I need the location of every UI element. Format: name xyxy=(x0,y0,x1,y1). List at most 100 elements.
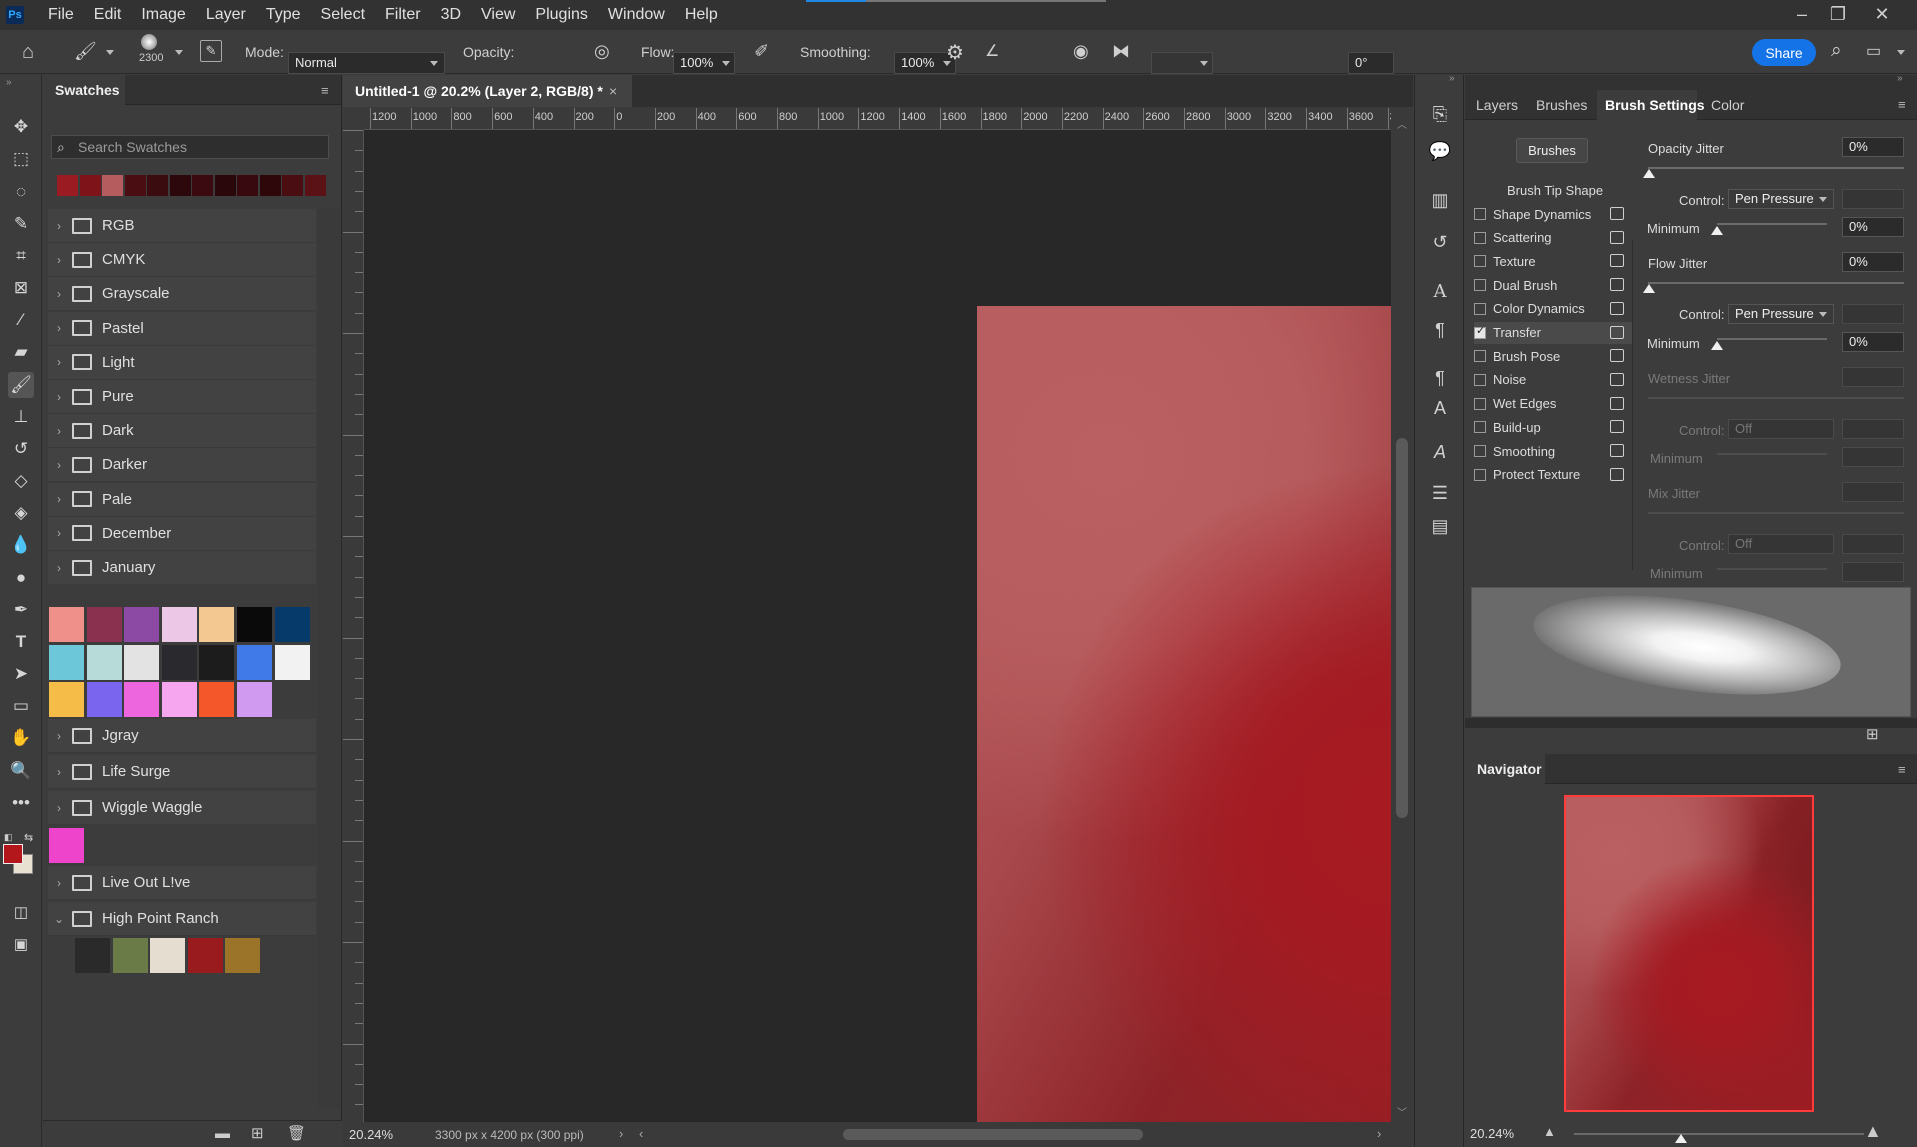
pen-tool-icon[interactable]: ✒ xyxy=(8,597,34,623)
healing-brush-tool-icon[interactable]: ▰ xyxy=(8,339,34,365)
minimize-icon[interactable]: – xyxy=(1784,0,1820,28)
comments-panel-icon[interactable]: 💬 xyxy=(1427,138,1453,164)
home-icon[interactable]: ⌂ xyxy=(22,41,34,64)
pressure-opacity-icon[interactable]: ◎ xyxy=(594,41,610,62)
recent-swatch[interactable] xyxy=(57,175,78,196)
collapse-icon[interactable]: » xyxy=(1449,73,1455,84)
lock-icon[interactable] xyxy=(1610,444,1624,457)
menu-3d[interactable]: 3D xyxy=(431,0,471,30)
adjustments-panel-icon[interactable]: ☰ xyxy=(1427,480,1453,506)
brush-tool-preset-icon[interactable]: 🖌 xyxy=(74,41,97,62)
chevron-right-icon[interactable]: › xyxy=(48,390,70,404)
checkbox[interactable] xyxy=(1474,421,1486,434)
color-swatch[interactable] xyxy=(150,938,186,973)
tool-presets-icon[interactable]: ↺ xyxy=(1427,229,1453,255)
menu-plugins[interactable]: Plugins xyxy=(525,0,597,30)
checkbox[interactable] xyxy=(1474,373,1486,386)
recent-swatch[interactable] xyxy=(237,175,258,196)
search-icon[interactable]: ⌕ xyxy=(1831,40,1842,62)
swatch-folder[interactable]: › Grayscale xyxy=(48,277,316,312)
chevron-down-icon[interactable] xyxy=(175,50,183,55)
lasso-tool-icon[interactable]: ◌ xyxy=(8,179,34,205)
restore-icon[interactable]: ❐ xyxy=(1820,0,1856,28)
chevron-right-icon[interactable]: › xyxy=(48,801,70,815)
paragraph-styles-icon[interactable]: ¶ xyxy=(1427,365,1453,391)
swatch-folder[interactable]: › CMYK xyxy=(48,243,316,278)
brush-setting-option[interactable]: Shape Dynamics xyxy=(1474,203,1632,225)
swatch-folder[interactable]: › RGB xyxy=(48,209,316,243)
opacity-jitter-thumb[interactable] xyxy=(1643,169,1655,178)
color-swatch[interactable] xyxy=(161,607,197,642)
new-brush-preset-icon[interactable]: ⊞ xyxy=(1866,725,1879,743)
minimum-slider[interactable] xyxy=(1717,338,1827,340)
checkbox[interactable] xyxy=(1474,231,1486,244)
menu-help[interactable]: Help xyxy=(675,0,728,30)
chevron-right-icon[interactable]: › xyxy=(619,1126,623,1141)
minimum-thumb[interactable] xyxy=(1711,226,1723,235)
brush-setting-option[interactable]: Dual Brush xyxy=(1474,274,1632,296)
checkbox[interactable] xyxy=(1474,279,1486,292)
collapse-icon[interactable]: » xyxy=(1897,73,1903,84)
workspace-icon[interactable]: ▭ xyxy=(1866,41,1881,61)
blur-tool-icon[interactable]: 💧 xyxy=(8,532,34,558)
color-swatch[interactable] xyxy=(49,607,84,642)
zoom-in-icon[interactable]: ▲ xyxy=(1864,1121,1882,1142)
document-tab[interactable]: Untitled-1 @ 20.2% (Layer 2, RGB/8) * × xyxy=(343,75,632,107)
checkbox[interactable] xyxy=(1474,255,1486,268)
brush-setting-option[interactable]: ✓ Transfer xyxy=(1474,321,1632,344)
mode-select[interactable]: Normal xyxy=(288,51,445,74)
color-swatch[interactable] xyxy=(86,682,122,717)
clone-stamp-tool-icon[interactable]: ⊥ xyxy=(8,404,34,430)
checkbox[interactable] xyxy=(1474,397,1486,410)
recent-swatch[interactable] xyxy=(282,175,303,196)
checkbox[interactable]: ✓ xyxy=(1474,325,1486,339)
default-colors-icon[interactable]: ◧ xyxy=(4,832,13,843)
color-swatch[interactable] xyxy=(75,938,110,973)
swatch-folder[interactable]: › Jgray xyxy=(48,719,316,753)
close-window-icon[interactable]: ✕ xyxy=(1864,0,1900,28)
chevron-right-icon[interactable]: › xyxy=(48,355,70,369)
lock-icon[interactable] xyxy=(1610,325,1624,339)
lock-icon[interactable] xyxy=(1610,420,1624,434)
color-swatch[interactable] xyxy=(199,607,235,642)
opacity-jitter-input[interactable]: 0% xyxy=(1842,137,1904,157)
opacity-input[interactable]: 100% xyxy=(673,51,735,74)
color-swatch[interactable] xyxy=(124,682,160,717)
lock-icon[interactable] xyxy=(1610,372,1624,386)
collapse-icon[interactable]: » xyxy=(6,77,12,88)
checkbox[interactable] xyxy=(1474,468,1486,481)
navigator-zoom-thumb[interactable] xyxy=(1675,1134,1687,1143)
swatch-folder[interactable]: › December xyxy=(48,516,316,551)
horizontal-ruler[interactable]: 1200 1000 800 600 400 200 0 200 400 600 800 1000 120… xyxy=(364,108,1391,130)
recent-swatch[interactable] xyxy=(102,175,123,196)
history-panel-icon[interactable]: ⎘ xyxy=(1427,101,1453,127)
color-swatch[interactable] xyxy=(161,682,197,717)
brushes-button[interactable]: Brushes xyxy=(1516,138,1588,163)
panel-menu-icon[interactable]: ≡ xyxy=(1898,762,1906,777)
menu-layer[interactable]: Layer xyxy=(196,0,256,30)
chevron-down-icon[interactable] xyxy=(1897,50,1905,55)
chevron-right-icon[interactable]: › xyxy=(48,765,70,779)
chevron-right-icon[interactable]: › xyxy=(48,526,70,540)
panel-menu-icon[interactable]: ≡ xyxy=(321,83,329,98)
foreground-color-swatch[interactable] xyxy=(3,844,23,864)
tab-color[interactable]: Color xyxy=(1711,90,1744,120)
swatch-folder[interactable]: › Light xyxy=(48,345,316,380)
tab-brushes[interactable]: Brushes xyxy=(1536,90,1587,120)
recent-swatch[interactable] xyxy=(259,175,281,196)
brush-setting-option[interactable]: Brush Pose xyxy=(1474,345,1632,367)
new-swatch-icon[interactable]: ⊞ xyxy=(251,1124,264,1142)
menu-image[interactable]: Image xyxy=(131,0,195,30)
chevron-left-icon[interactable]: ‹ xyxy=(639,1126,643,1141)
more-tools-icon[interactable]: ••• xyxy=(8,790,34,816)
hand-tool-icon[interactable]: ✋ xyxy=(8,725,34,751)
frame-tool-icon[interactable]: ⊠ xyxy=(8,275,34,301)
airbrush-icon[interactable]: ✐ xyxy=(754,41,769,62)
tab-layers[interactable]: Layers xyxy=(1476,90,1518,120)
new-group-folder-icon[interactable]: ▬ xyxy=(215,1125,230,1142)
vertical-scroll-thumb[interactable] xyxy=(1396,438,1408,818)
zoom-level[interactable]: 20.24% xyxy=(349,1127,393,1142)
brush-setting-option[interactable]: Scattering xyxy=(1474,227,1632,249)
recent-swatch[interactable] xyxy=(147,175,168,196)
recent-swatch[interactable] xyxy=(214,175,236,196)
